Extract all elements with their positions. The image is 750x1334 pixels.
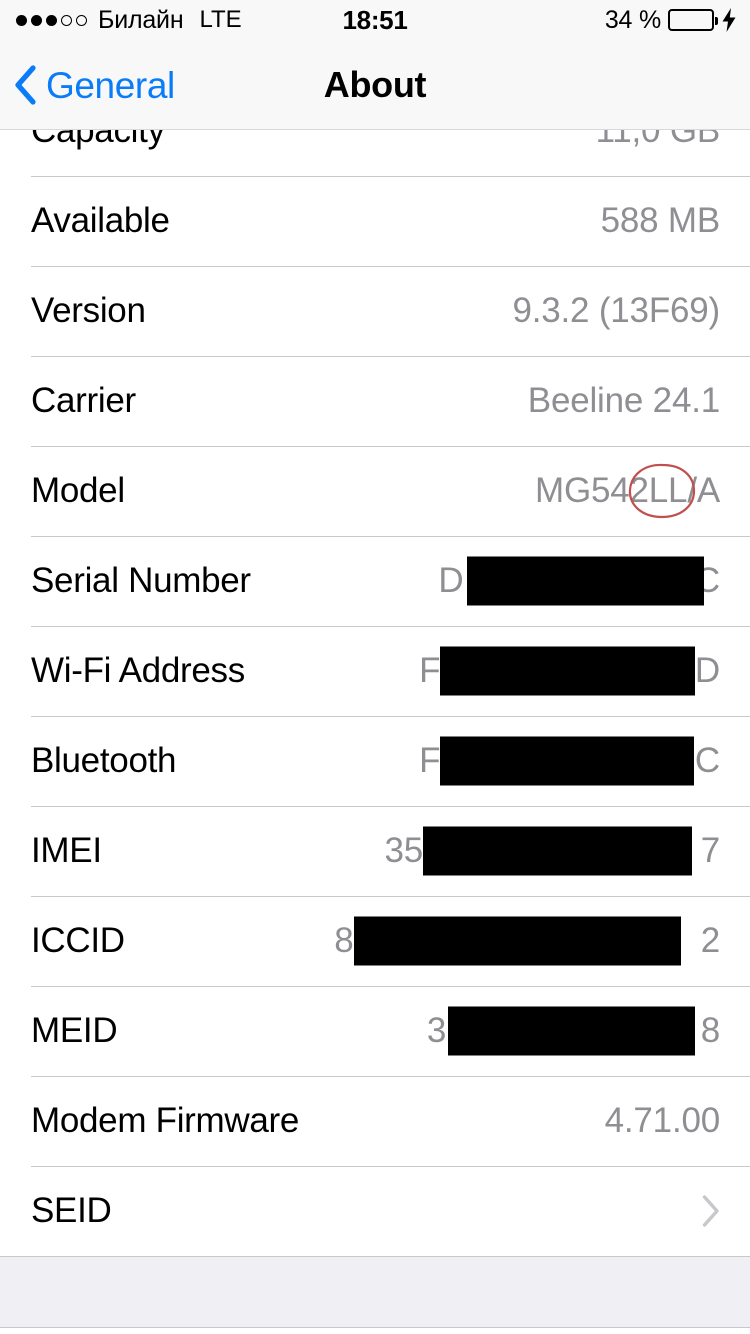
- navigation-bar: General About: [0, 40, 750, 130]
- table-row-modem-firmware[interactable]: Modem Firmware 4.71.00: [0, 1076, 750, 1166]
- table-row-seid[interactable]: SEID: [0, 1166, 750, 1256]
- status-bar-clock: 18:51: [342, 4, 408, 35]
- back-button-general[interactable]: General: [14, 40, 185, 130]
- value-prefix: F: [419, 651, 441, 690]
- table-row-model[interactable]: Model MG542LL/A: [0, 446, 750, 536]
- value-suffix: 8: [700, 1011, 720, 1050]
- redaction-bar: [423, 826, 693, 876]
- value-suffix: C: [694, 741, 720, 780]
- row-value-redacted: 35 XXXXXXXXXXXX 7: [384, 806, 720, 896]
- value-prefix: 8: [334, 921, 354, 960]
- chevron-right-icon: [702, 1195, 719, 1227]
- row-value-redacted: 8 XXXXXXXXXXXXXXX 2: [334, 896, 720, 986]
- redaction-bar: [354, 916, 682, 966]
- row-value-redacted: 3 XXXXXXXXXXX 8: [427, 986, 720, 1076]
- back-button-label: General: [46, 64, 175, 106]
- row-label: Serial Number: [31, 561, 251, 600]
- redaction-bar: [467, 556, 705, 606]
- next-group-placeholder: [0, 1328, 750, 1334]
- value-prefix: 3: [426, 1011, 447, 1050]
- redaction-bar: [440, 736, 695, 786]
- about-info-group: Capacity 11,0 GB Available 588 MB Versio…: [0, 85, 750, 1257]
- value-suffix: 7: [700, 831, 720, 870]
- row-value-model: MG542LL/A: [535, 471, 720, 510]
- value-prefix: F: [419, 741, 441, 780]
- table-row-iccid[interactable]: ICCID 8 XXXXXXXXXXXXXXX 2: [0, 896, 750, 986]
- status-bar: Билайн LTE 18:51 34 %: [0, 0, 750, 40]
- row-value: 588 MB: [600, 201, 721, 240]
- battery-icon: [668, 9, 718, 31]
- row-label: Bluetooth: [31, 741, 177, 780]
- row-label: SEID: [31, 1191, 112, 1230]
- row-label: Model: [31, 471, 125, 510]
- value-suffix: D: [694, 651, 720, 690]
- row-value: Beeline 24.1: [527, 381, 720, 420]
- row-value-redacted: F XXXXXXXXXXX D: [419, 626, 720, 716]
- redaction-bar: [440, 646, 696, 696]
- value-suffix: 2: [700, 921, 720, 960]
- table-row-serial-number[interactable]: Serial Number D XXXXXXXXXX C: [0, 536, 750, 626]
- redaction-bar: [447, 1006, 695, 1056]
- table-row-meid[interactable]: MEID 3 XXXXXXXXXXX 8: [0, 986, 750, 1076]
- row-label: Version: [31, 291, 146, 330]
- section-gap: [0, 1257, 750, 1328]
- row-label: ICCID: [31, 921, 125, 960]
- chevron-left-icon: [15, 65, 36, 105]
- table-row-imei[interactable]: IMEI 35 XXXXXXXXXXXX 7: [0, 806, 750, 896]
- table-row-wifi-address[interactable]: Wi-Fi Address F XXXXXXXXXXX D: [0, 626, 750, 716]
- row-value: 9.3.2 (13F69): [512, 291, 720, 330]
- value-prefix: D: [438, 561, 464, 600]
- row-value-redacted: F XXXXXXXXXXX C: [419, 716, 720, 806]
- row-value: 4.71.00: [604, 1101, 721, 1140]
- value-prefix: 35: [384, 831, 423, 870]
- settings-list-scroller: Capacity 11,0 GB Available 588 MB Versio…: [0, 85, 750, 1334]
- row-label: IMEI: [31, 831, 102, 870]
- row-label: Modem Firmware: [31, 1101, 300, 1140]
- settings-list-viewport[interactable]: Capacity 11,0 GB Available 588 MB Versio…: [0, 0, 750, 1334]
- table-row-available[interactable]: Available 588 MB: [0, 176, 750, 266]
- row-label: Carrier: [31, 381, 136, 420]
- table-row-carrier[interactable]: Carrier Beeline 24.1: [0, 356, 750, 446]
- table-row-bluetooth[interactable]: Bluetooth F XXXXXXXXXXX C: [0, 716, 750, 806]
- row-label: MEID: [31, 1011, 118, 1050]
- row-label: Wi-Fi Address: [31, 651, 245, 690]
- about-screen: Capacity 11,0 GB Available 588 MB Versio…: [0, 0, 750, 1334]
- row-value-redacted: D XXXXXXXXXX C: [438, 536, 720, 626]
- row-label: Available: [31, 201, 170, 240]
- table-row-version[interactable]: Version 9.3.2 (13F69): [0, 266, 750, 356]
